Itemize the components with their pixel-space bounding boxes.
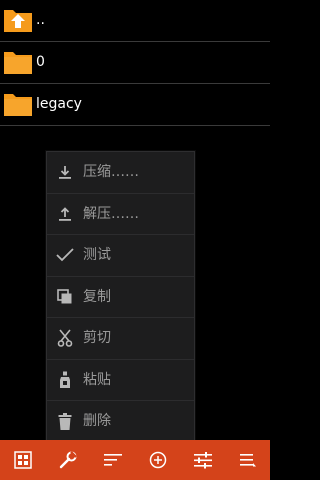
menu-item-label: 解压…… — [83, 205, 139, 222]
context-menu: 压缩…… 解压…… 测试 复制 剪切 粘贴 删除 — [46, 151, 195, 442]
menu-item-cut[interactable]: 剪切 — [47, 318, 194, 360]
menu-item-label: 测试 — [83, 247, 111, 263]
trash-icon — [55, 411, 75, 431]
scissors-icon — [55, 328, 75, 348]
folder-up-icon — [4, 10, 32, 32]
menu-item-extract[interactable]: 解压…… — [47, 194, 194, 235]
file-list: .. 0 legacy — [0, 0, 270, 126]
menu-item-paste[interactable]: 粘贴 — [47, 360, 194, 401]
file-row-legacy[interactable]: legacy — [0, 84, 270, 126]
file-name: 0 — [36, 54, 45, 70]
file-name: .. — [36, 12, 45, 28]
menu-item-label: 复制 — [83, 288, 111, 305]
menu-item-copy[interactable]: 复制 — [47, 277, 194, 318]
upload-icon — [55, 204, 75, 224]
menu-item-label: 剪切 — [83, 330, 111, 346]
paste-icon — [55, 370, 75, 390]
menu-item-label: 删除 — [83, 413, 111, 429]
menu-item-test[interactable]: 测试 — [47, 235, 194, 277]
tools-icon[interactable] — [53, 445, 83, 475]
settings-icon[interactable] — [188, 445, 218, 475]
folder-icon — [4, 52, 32, 74]
download-icon — [55, 162, 75, 182]
add-icon[interactable] — [143, 445, 173, 475]
file-row-0[interactable]: 0 — [0, 42, 270, 84]
sort-icon[interactable] — [98, 445, 128, 475]
file-row-parent[interactable]: .. — [0, 0, 270, 42]
copy-icon — [55, 287, 75, 307]
checkmark-icon — [55, 245, 75, 265]
bottom-toolbar — [0, 440, 270, 480]
menu-item-label: 压缩…… — [83, 164, 139, 180]
menu-icon[interactable] — [233, 445, 263, 475]
folder-icon — [4, 94, 32, 116]
select-grid-icon[interactable] — [8, 445, 38, 475]
menu-item-compress[interactable]: 压缩…… — [47, 152, 194, 194]
file-name: legacy — [36, 96, 82, 112]
menu-item-label: 粘贴 — [83, 371, 111, 388]
menu-item-delete[interactable]: 删除 — [47, 401, 194, 442]
